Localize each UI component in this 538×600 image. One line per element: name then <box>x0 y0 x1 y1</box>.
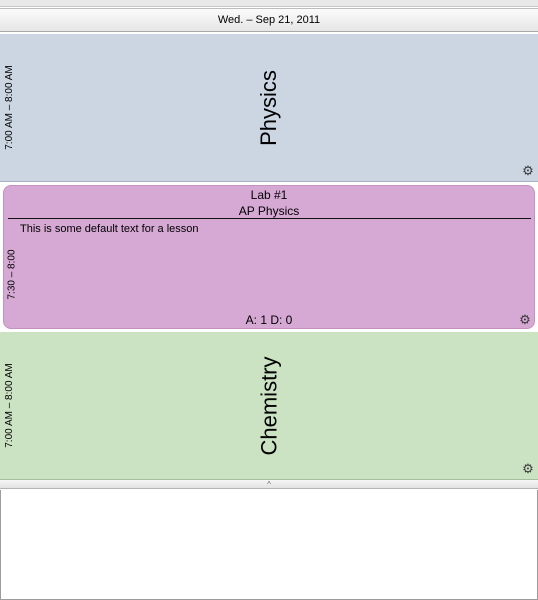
gear-icon[interactable]: ⚙ <box>519 313 531 326</box>
pane-splitter[interactable]: ^ <box>0 480 538 489</box>
schedule-block-physics[interactable]: 7:00 AM – 8:00 AM Physics ⚙ <box>0 34 538 182</box>
date-header: Wed. – Sep 21, 2011 <box>0 8 538 32</box>
lesson-text[interactable]: This is some default text for a lesson <box>20 222 199 236</box>
lesson-time-text: 7:30 – 8:00 <box>6 248 18 300</box>
date-label: Wed. – Sep 21, 2011 <box>217 14 321 26</box>
subject-text: Physics <box>255 69 281 146</box>
gear-icon[interactable]: ⚙ <box>522 164 534 177</box>
gear-icon[interactable]: ⚙ <box>522 462 534 475</box>
schedule-block-chemistry[interactable]: 7:00 AM – 8:00 AM Chemistry ⚙ <box>0 332 538 480</box>
lesson-stats: A: 1 D: 0 <box>245 313 293 327</box>
time-text: 7:00 AM – 8:00 AM <box>3 65 15 150</box>
lesson-course: AP Physics <box>238 204 300 218</box>
subject-title: Physics <box>229 34 309 181</box>
time-label: 7:00 AM – 8:00 AM <box>2 332 16 479</box>
lesson-row: Lab #1 AP Physics 7:30 – 8:00 This is so… <box>0 183 538 331</box>
subject-title: Chemistry <box>229 332 309 479</box>
chevron-up-icon: ^ <box>267 480 271 489</box>
time-text: 7:00 AM – 8:00 AM <box>3 363 15 448</box>
subject-text: Chemistry <box>256 355 282 456</box>
lesson-divider <box>8 218 531 219</box>
time-label: 7:00 AM – 8:00 AM <box>2 34 16 181</box>
window-top-strip <box>0 0 538 7</box>
lesson-title: Lab #1 <box>250 188 288 202</box>
lesson-card[interactable]: Lab #1 AP Physics 7:30 – 8:00 This is so… <box>3 185 535 329</box>
details-pane[interactable] <box>0 490 538 600</box>
